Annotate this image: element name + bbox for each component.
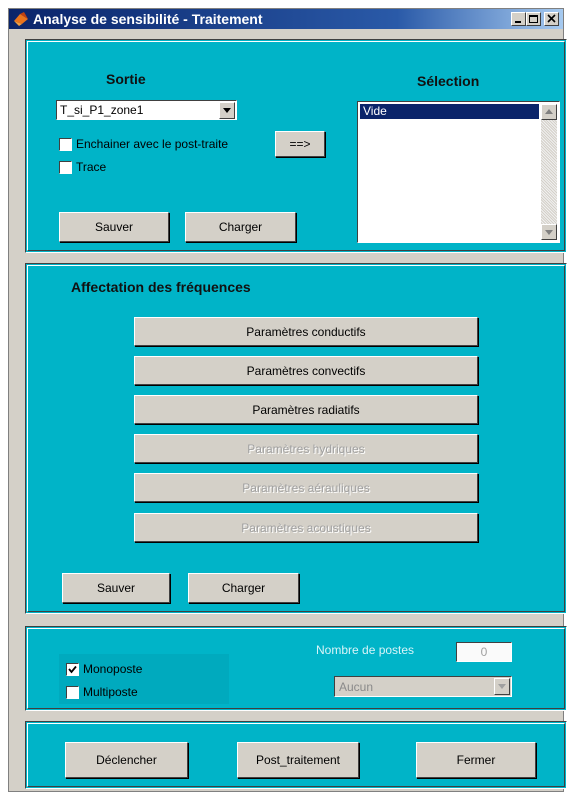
parametres-hydriques-button: Paramètres hydriques [134,434,478,463]
sortie-save-button[interactable]: Sauver [59,212,169,242]
trace-label: Trace [76,160,107,174]
maximize-button[interactable] [526,12,541,26]
add-to-selection-button[interactable]: ==> [275,131,325,157]
matlab-icon [14,12,28,26]
multiposte-checkbox[interactable] [66,686,79,699]
parametres-aerauliques-button: Paramètres aérauliques [134,473,478,502]
frequences-panel: Affectation des fréquences Paramètres co… [25,263,567,614]
post-traitement-button[interactable]: Post_traitement [237,742,359,778]
nombre-postes-field: 0 [456,642,512,662]
close-icon [547,14,556,23]
listbox-scrollbar[interactable] [541,104,557,240]
parametres-radiatifs-button[interactable]: Paramètres radiatifs [134,395,478,424]
window: Analyse de sensibilité - Traitement Sort… [8,8,567,792]
minimize-button[interactable] [511,12,526,26]
minimize-icon [515,21,521,23]
sortie-dropdown-value: T_si_P1_zone1 [60,103,144,117]
frequences-load-button[interactable]: Charger [188,573,299,603]
frequences-save-button[interactable]: Sauver [62,573,170,603]
parametres-convectifs-button[interactable]: Paramètres convectifs [134,356,478,385]
actions-panel: Déclencher Post_traitement Fermer [25,721,567,789]
fermer-button[interactable]: Fermer [416,742,536,778]
list-item[interactable]: Vide [360,104,539,119]
parametres-conductifs-button[interactable]: Paramètres conductifs [134,317,478,346]
scroll-down-button[interactable] [541,224,557,240]
nombre-postes-value: 0 [480,645,488,659]
monoposte-checkbox[interactable] [66,663,79,676]
trace-checkbox[interactable] [59,161,72,174]
nombre-postes-label: Nombre de postes [316,643,415,657]
window-title: Analyse de sensibilité - Traitement [33,11,263,27]
parametres-acoustiques-button: Paramètres acoustiques [134,513,478,542]
multiposte-label: Multiposte [83,685,138,699]
sortie-heading: Sortie [106,71,146,87]
close-button[interactable] [544,12,559,26]
declencher-button[interactable]: Déclencher [65,742,188,778]
arrow-up-icon [545,109,553,114]
scroll-up-button[interactable] [541,104,557,120]
sortie-panel: Sortie Sélection T_si_P1_zone1 Enchainer… [25,39,567,253]
postes-dropdown-button [494,678,510,695]
dropdown-button[interactable] [219,102,235,119]
sortie-dropdown[interactable]: T_si_P1_zone1 [56,100,237,120]
selection-listbox[interactable]: Vide [357,101,560,243]
monoposte-label: Monoposte [83,662,143,676]
title-bar[interactable]: Analyse de sensibilité - Traitement [9,9,563,29]
enchainer-label: Enchainer avec le post-traite [76,137,229,151]
check-icon [68,665,77,674]
frequences-heading: Affectation des fréquences [71,279,251,295]
sortie-load-button[interactable]: Charger [185,212,296,242]
chevron-down-icon [498,684,506,689]
postes-select-value: Aucun [339,680,374,694]
postes-select: Aucun [334,676,512,697]
selection-heading: Sélection [417,73,480,89]
maximize-icon [529,15,538,23]
postes-panel: Monoposte Multiposte Nombre de postes 0 … [25,626,567,711]
enchainer-checkbox[interactable] [59,138,72,151]
chevron-down-icon [223,108,231,113]
arrow-down-icon [545,230,553,235]
